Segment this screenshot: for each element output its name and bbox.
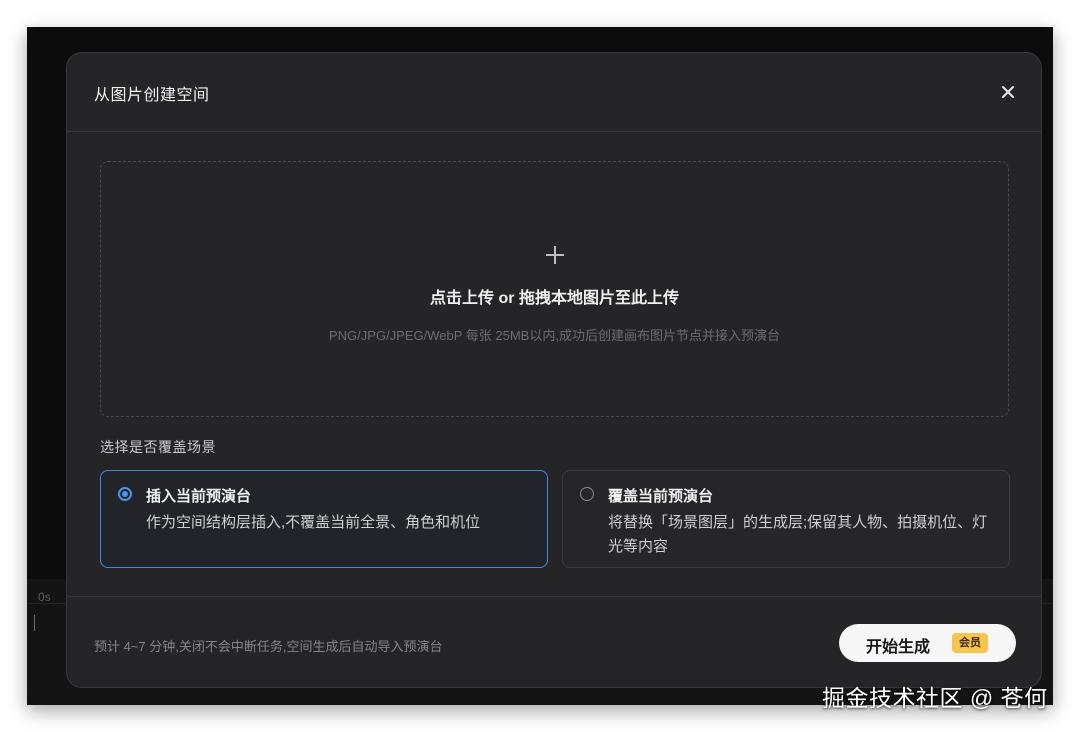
option-overwrite[interactable]: 覆盖当前预演台 将替换「场景图层」的生成层;保留其人物、拍摄机位、灯光等内容 xyxy=(562,470,1010,568)
close-button[interactable] xyxy=(997,81,1019,103)
overwrite-section-label: 选择是否覆盖场景 xyxy=(100,439,216,455)
vip-badge: 会员 xyxy=(952,633,988,653)
start-generate-button[interactable]: 开始生成 会员 xyxy=(839,624,1016,662)
option-insert-description: 作为空间结构层插入,不覆盖当前全景、角色和机位 xyxy=(146,514,481,531)
plus-icon xyxy=(546,246,564,264)
dialog-header: 从图片创建空间 xyxy=(67,53,1041,132)
radio-insert-selected[interactable] xyxy=(118,487,132,501)
radio-overwrite[interactable] xyxy=(580,487,594,501)
option-overwrite-title: 覆盖当前预演台 xyxy=(608,488,714,505)
upload-dropzone[interactable]: 点击上传 or 拖拽本地图片至此上传 PNG/JPG/JPEG/WebP 每张 … xyxy=(100,161,1009,417)
option-insert-title: 插入当前预演台 xyxy=(146,488,252,505)
upload-instruction: 点击上传 or 拖拽本地图片至此上传 xyxy=(430,290,679,307)
create-space-dialog: 从图片创建空间 点击上传 or 拖拽本地图片至此上传 PNG/JPG/JPEG/… xyxy=(66,52,1042,688)
footer-divider xyxy=(67,596,1041,597)
option-insert[interactable]: 插入当前预演台 作为空间结构层插入,不覆盖当前全景、角色和机位 xyxy=(100,470,548,568)
upload-hint: PNG/JPG/JPEG/WebP 每张 25MB以内,成功后创建画布图片节点并… xyxy=(329,328,780,343)
timeline-time: 0s xyxy=(38,590,51,604)
option-overwrite-description: 将替换「场景图层」的生成层;保留其人物、拍摄机位、灯光等内容 xyxy=(608,514,988,555)
dialog-title: 从图片创建空间 xyxy=(94,87,210,104)
timeline-cursor xyxy=(34,615,35,631)
app-screen: 0s 从图片创建空间 点击上传 or 拖拽本地图片至此上传 PNG/JPG/JP… xyxy=(27,27,1053,705)
footer-note: 预计 4~7 分钟,关闭不会中断任务,空间生成后自动导入预演台 xyxy=(94,639,443,654)
start-generate-label: 开始生成 xyxy=(866,639,931,656)
watermark: 掘金技术社区 @ 苍何 xyxy=(822,685,1048,711)
close-icon xyxy=(1002,86,1014,98)
